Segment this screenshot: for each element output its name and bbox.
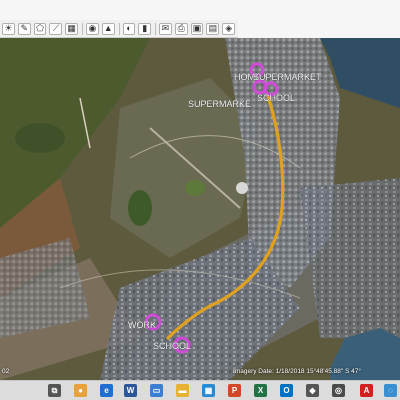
satellite-imagery[interactable]: HOME SUPERMARKET SCHOOL SUPERMARKE WORK …: [0, 38, 400, 380]
polygon-icon: ⬠: [36, 23, 44, 33]
placemark-school-1-label: SCHOOL: [257, 93, 295, 103]
sun-tool-button[interactable]: ☀: [2, 22, 15, 35]
path-tool-button[interactable]: ⟋: [49, 22, 63, 35]
toolbar-separator: [118, 22, 120, 35]
task-view-icon[interactable]: ⧉: [48, 384, 61, 397]
imagery-status-text: Imagery Date: 1/18/2018 15°48'45.88" S 4…: [233, 368, 362, 375]
shield-icon[interactable]: ◆: [306, 384, 319, 397]
overlay-icon: ▦: [67, 23, 76, 33]
globe-tool-button[interactable]: ◉: [85, 22, 99, 35]
google-earth-icon[interactable]: ◎: [332, 384, 345, 397]
edge-icon[interactable]: e: [100, 384, 113, 397]
placemark-school-2[interactable]: SCHOOL: [153, 336, 191, 354]
globe-icon: ◉: [88, 23, 97, 33]
placemark-supermarket-2[interactable]: SUPERMARKE: [188, 99, 251, 109]
planet-icon: ◐: [126, 23, 132, 33]
ruler-icon: ▮: [142, 23, 148, 33]
email-tool-button[interactable]: ✉: [159, 22, 172, 35]
chrome-icon[interactable]: ●: [74, 384, 87, 397]
map-view[interactable]: HOME SUPERMARKET SCHOOL SUPERMARKE WORK …: [0, 38, 400, 380]
polygon-tool-button[interactable]: ⬠: [33, 22, 47, 35]
store-icon[interactable]: ▦: [202, 384, 215, 397]
mountain-icon: ▲: [103, 23, 113, 33]
acrobat-icon[interactable]: A: [360, 384, 373, 397]
printer-icon: ⎙: [177, 23, 185, 33]
placemark-school-2-label: SCHOOL: [153, 341, 191, 351]
word-icon[interactable]: W: [124, 384, 137, 397]
layers-tool-button[interactable]: ◈: [222, 22, 236, 35]
pencil-icon: ✎: [20, 23, 28, 33]
excel-icon[interactable]: X: [254, 384, 267, 397]
path-icon: ⟋: [52, 23, 59, 33]
map-icon: ▤: [208, 23, 218, 33]
toolbar-separator: [155, 22, 157, 35]
toolbar: ☀ ✎ ⬠ ⟋ ▦ ◉ ▲ ◐ ▮ ✉ ⎙ ▣ ▤ ◈: [0, 0, 400, 38]
search-app-icon[interactable]: ◌: [384, 384, 397, 397]
toolbar-separator: [82, 22, 83, 35]
terrain-tool-button[interactable]: ▲: [101, 22, 115, 35]
print-tool-button[interactable]: ⎙: [174, 22, 188, 35]
edit-tool-button[interactable]: ✎: [17, 22, 31, 35]
coordinate-fragment: 02: [2, 368, 10, 375]
folder-icon[interactable]: ▬: [176, 384, 189, 397]
planet-tool-button[interactable]: ◐: [122, 22, 136, 35]
placemark-supermarket-1-label: SUPERMARKET: [253, 72, 322, 82]
envelope-icon: ✉: [161, 23, 170, 33]
camera-icon: ▣: [192, 23, 202, 33]
placemark-work-label: WORK: [128, 320, 156, 330]
windows-taskbar: ⧉ ● e W ▭ ▬ ▦ P X O ◆ ◎ A ◌: [0, 380, 400, 400]
overlay-tool-button[interactable]: ▦: [65, 22, 79, 35]
sun-icon: ☀: [4, 23, 13, 33]
ruler-tool-button[interactable]: ▮: [138, 22, 152, 35]
save-image-tool-button[interactable]: ▣: [190, 22, 204, 35]
powerpoint-icon[interactable]: P: [228, 384, 241, 397]
placemark-supermarket-2-label: SUPERMARKE: [188, 99, 251, 109]
desktop-icon[interactable]: ▭: [150, 384, 163, 397]
outlook-icon[interactable]: O: [280, 384, 293, 397]
toolbar-strip: ☀ ✎ ⬠ ⟋ ▦ ◉ ▲ ◐ ▮ ✉ ⎙ ▣ ▤ ◈: [0, 20, 238, 38]
maps-tool-button[interactable]: ▤: [206, 22, 220, 35]
layers-icon: ◈: [225, 23, 233, 33]
